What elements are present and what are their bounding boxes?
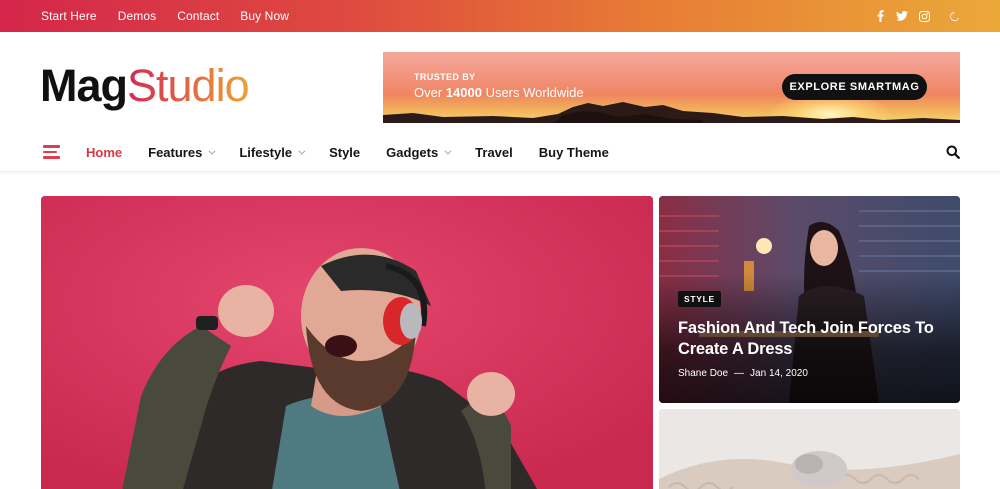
nav-item-label: Gadgets [386,144,439,160]
top-link-buy-now[interactable]: Buy Now [240,9,289,23]
explore-smartmag-button[interactable]: EXPLORE SMARTMAG [782,74,927,100]
kitten-on-knit-blanket-photo [659,409,960,489]
moon-icon[interactable] [948,10,960,22]
promo-banner[interactable]: TRUSTED BY Over 14000 Users Worldwide EX… [383,52,960,123]
nav-item-label: Travel [475,144,513,160]
instagram-icon[interactable] [918,10,930,22]
man-with-headphones-photo [41,196,653,489]
facebook-icon[interactable] [874,10,886,22]
nav-item-home[interactable]: Home [86,145,122,160]
search-icon[interactable] [946,145,960,159]
banner-text-after: Users Worldwide [481,85,584,100]
nav-item-label: Buy Theme [538,144,609,160]
featured-post-card[interactable]: STYLE Fashion And Tech Join Forces To Cr… [659,196,960,403]
top-link-demos[interactable]: Demos [118,9,157,23]
meta-separator: — [734,368,745,379]
chevron-down-icon [444,147,452,155]
logo-part-mag: Mag [40,60,128,111]
post-card-image[interactable] [659,409,960,489]
nav-item-style[interactable]: Style [329,145,360,160]
social-links [864,0,960,32]
post-date: Jan 14, 2020 [750,368,808,379]
hero-featured-image[interactable] [41,196,653,489]
post-author[interactable]: Shane Doe [678,368,728,379]
nav-item-gadgets[interactable]: Gadgets [386,144,452,160]
nav-item-features[interactable]: Features [148,144,216,160]
nav-item-label: Style [329,144,361,160]
category-badge[interactable]: STYLE [678,291,721,307]
site-logo[interactable]: MagStudio [40,60,250,112]
nav-item-buy-theme[interactable]: Buy Theme [539,145,609,160]
top-links: Start Here Demos Contact Buy Now [41,0,310,32]
nav-menu: Home Features Lifestyle Style Gadgets Tr… [86,132,635,172]
nav-item-label: Lifestyle [239,144,293,160]
post-meta: Shane Doe — Jan 14, 2020 [678,368,808,379]
chevron-down-icon [298,147,306,155]
post-title[interactable]: Fashion And Tech Join Forces To Create A… [678,318,938,360]
top-link-start-here[interactable]: Start Here [41,9,97,23]
twitter-icon[interactable] [896,10,908,22]
hamburger-icon[interactable] [43,145,60,159]
banner-tagline: Over 14000 Users Worldwide [414,85,584,100]
main-navigation: Home Features Lifestyle Style Gadgets Tr… [0,132,1000,172]
banner-user-count: 14000 [445,85,482,100]
top-link-contact[interactable]: Contact [177,9,219,23]
nav-item-travel[interactable]: Travel [475,145,513,160]
nav-item-lifestyle[interactable]: Lifestyle [239,144,306,160]
banner-text-before: Over [414,85,446,100]
nav-item-label: Features [148,144,203,160]
logo-part-studio: Studio [127,60,250,111]
top-bar: Start Here Demos Contact Buy Now [0,0,1000,32]
banner-eyebrow: TRUSTED BY [414,72,476,82]
nav-item-label: Home [86,144,123,160]
chevron-down-icon [208,147,216,155]
